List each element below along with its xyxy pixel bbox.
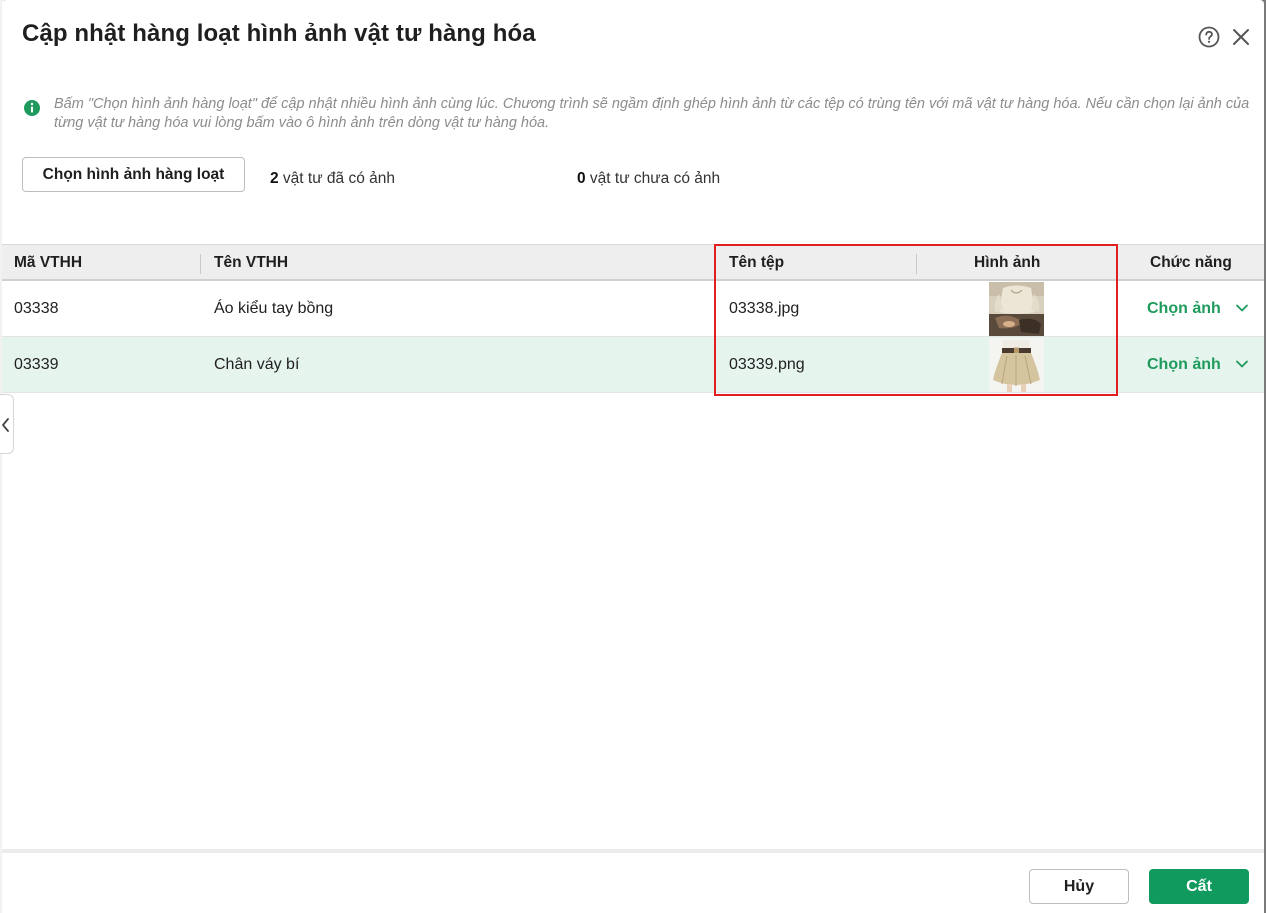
without-image-count: 0 bbox=[577, 170, 586, 187]
product-thumbnail-skirt[interactable] bbox=[989, 338, 1044, 392]
column-header-image[interactable]: Hình ảnh bbox=[974, 245, 1040, 281]
cell-code: 03339 bbox=[14, 356, 59, 373]
collapse-panel-tab[interactable] bbox=[0, 394, 14, 454]
column-header-file[interactable]: Tên tệp bbox=[729, 245, 784, 281]
column-resize-handle[interactable] bbox=[916, 254, 917, 274]
choose-image-button[interactable]: Chọn ảnh bbox=[1147, 356, 1221, 374]
with-image-stat: 2 vật tư đã có ảnh bbox=[270, 170, 395, 188]
cell-file: 03339.png bbox=[729, 356, 805, 373]
save-button[interactable]: Cất bbox=[1149, 869, 1249, 904]
bulk-image-update-dialog: Cập nhật hàng loạt hình ảnh vật tư hàng … bbox=[2, 0, 1264, 913]
cell-file: 03338.jpg bbox=[729, 300, 800, 317]
column-header-name[interactable]: Tên VTHH bbox=[214, 245, 288, 281]
product-thumbnail-blouse[interactable] bbox=[989, 282, 1044, 336]
chevron-down-icon[interactable] bbox=[1235, 357, 1249, 371]
dialog-title: Cập nhật hàng loạt hình ảnh vật tư hàng … bbox=[22, 20, 536, 47]
table-row[interactable]: 03339 Chân váy bí 03339.png Chọn ảnh bbox=[2, 337, 1264, 393]
with-image-count: 2 bbox=[270, 170, 279, 187]
info-message: Bấm "Chọn hình ảnh hàng loạt" để cập nhậ… bbox=[54, 96, 1250, 131]
column-header-action: Chức năng bbox=[1150, 254, 1232, 271]
table-header: Mã VTHH Tên VTHH Tên tệp Hình ảnh Chức n… bbox=[2, 244, 1264, 281]
with-image-text: vật tư đã có ảnh bbox=[278, 170, 395, 187]
cancel-button[interactable]: Hủy bbox=[1029, 869, 1129, 904]
without-image-text: vật tư chưa có ảnh bbox=[585, 170, 721, 187]
items-table: Mã VTHH Tên VTHH Tên tệp Hình ảnh Chức n… bbox=[2, 244, 1264, 393]
cell-code: 03338 bbox=[14, 300, 59, 317]
help-circle-icon[interactable] bbox=[1198, 26, 1220, 48]
chevron-down-icon[interactable] bbox=[1235, 301, 1249, 315]
column-header-code[interactable]: Mã VTHH bbox=[14, 245, 82, 281]
dialog-footer: Hủy Cất bbox=[2, 849, 1264, 913]
column-resize-handle[interactable] bbox=[200, 254, 201, 274]
choose-image-button[interactable]: Chọn ảnh bbox=[1147, 300, 1221, 318]
table-row[interactable]: 03338 Áo kiểu tay bồng 03338.jpg Chọn ản… bbox=[2, 281, 1264, 337]
close-icon[interactable] bbox=[1231, 27, 1251, 47]
cell-name: Chân váy bí bbox=[214, 356, 300, 373]
chevron-left-icon[interactable] bbox=[0, 395, 14, 455]
cell-name: Áo kiểu tay bồng bbox=[214, 300, 334, 317]
bulk-choose-images-button[interactable]: Chọn hình ảnh hàng loạt bbox=[22, 157, 245, 192]
without-image-stat: 0 vật tư chưa có ảnh bbox=[577, 170, 720, 188]
info-icon bbox=[24, 100, 40, 116]
